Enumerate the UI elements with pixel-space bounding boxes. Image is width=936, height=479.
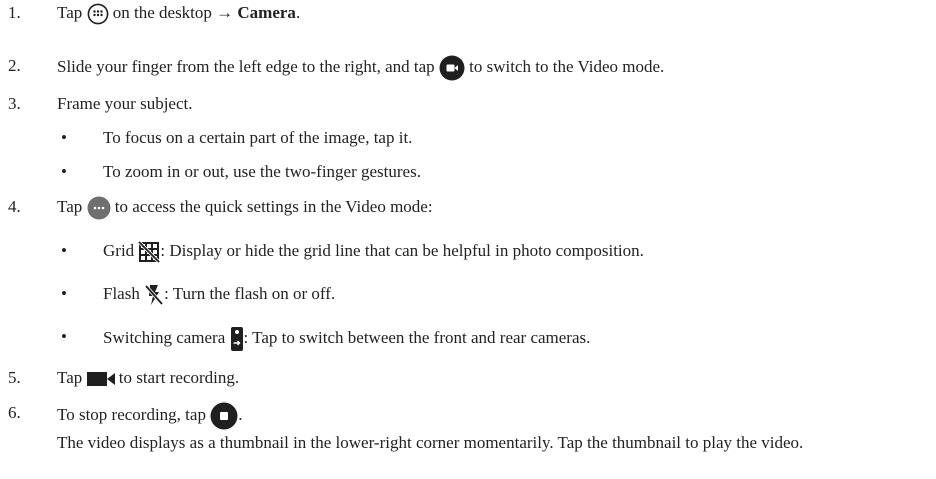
switch-camera-icon xyxy=(230,326,244,352)
bullet-text: Switching camera : Tap to switch between… xyxy=(103,326,590,352)
step-text-pre: Tap xyxy=(57,368,83,387)
bullet-text: Grid : Display or hide the grid line tha… xyxy=(103,240,644,264)
bullet: • xyxy=(61,128,67,147)
more-icon xyxy=(87,196,111,220)
step-text-post: to start recording. xyxy=(118,368,240,387)
step-text: To stop recording, tap . xyxy=(57,402,242,430)
bullet-text: To focus on a certain part of the image,… xyxy=(103,128,413,147)
step-text-pre: Slide your finger from the left edge to … xyxy=(57,56,435,76)
step-text-post: . xyxy=(238,404,243,424)
step-text: Slide your finger from the left edge to … xyxy=(57,55,664,81)
step-number: 3. xyxy=(8,94,21,113)
bullet-text: Flash : Turn the flash on or off. xyxy=(103,283,335,306)
step-text-post: to access the quick settings in the Vide… xyxy=(114,197,433,216)
step-text-pre: Tap xyxy=(57,197,83,216)
stop-icon xyxy=(210,402,238,430)
video-mode-icon xyxy=(439,55,465,81)
note-paragraph: The video displays as a thumbnail in the… xyxy=(57,433,804,452)
step-text: Tap to start recording. xyxy=(57,367,239,389)
camera-label: Camera xyxy=(237,3,296,22)
bullet: • xyxy=(61,241,67,260)
bullet: • xyxy=(61,284,67,303)
step-text-pre: To stop recording, tap xyxy=(57,404,206,424)
flash-off-icon xyxy=(144,284,164,306)
record-icon xyxy=(86,371,115,387)
flash-label: Flash xyxy=(103,284,140,303)
step-number: 5. xyxy=(8,368,21,387)
bullet: • xyxy=(61,327,67,346)
step-text-pre: Tap xyxy=(57,3,83,22)
step-number: 6. xyxy=(8,403,21,422)
bullet-text: To zoom in or out, use the two-finger ge… xyxy=(103,162,421,181)
step-text: Tap to access the quick settings in the … xyxy=(57,196,433,220)
step-text: Tap on the desktop → Camera. xyxy=(57,2,300,25)
bullet: • xyxy=(61,162,67,181)
step-number: 4. xyxy=(8,197,21,216)
grid-off-icon xyxy=(138,241,161,264)
apps-icon xyxy=(87,3,109,25)
switching-camera-label: Switching camera xyxy=(103,327,226,347)
step-number: 1. xyxy=(8,3,21,22)
step-text-post: . xyxy=(295,3,301,22)
grid-description: : Display or hide the grid line that can… xyxy=(160,241,644,260)
step-text-mid: on the desktop → xyxy=(112,3,234,22)
grid-label: Grid xyxy=(103,241,135,260)
switching-camera-description: : Tap to switch between the front and re… xyxy=(243,327,591,347)
step-text: Frame your subject. xyxy=(57,94,193,113)
step-text-post: to switch to the Video mode. xyxy=(469,56,665,76)
step-number: 2. xyxy=(8,56,21,75)
flash-description: : Turn the flash on or off. xyxy=(164,284,336,303)
